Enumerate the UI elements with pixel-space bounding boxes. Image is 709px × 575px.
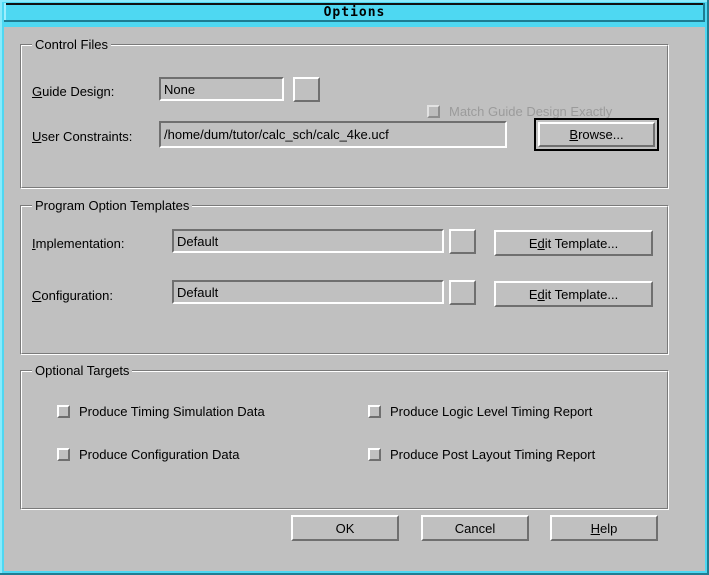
guide-design-mnemonic: G bbox=[32, 84, 43, 99]
checkbox-label: Produce Post Layout Timing Report bbox=[390, 447, 596, 462]
help-button-label: Help bbox=[591, 521, 618, 536]
implementation-edit-template-label: Edit Template... bbox=[529, 236, 618, 251]
chevron-down-icon bbox=[454, 286, 471, 298]
implementation-edit-template-button[interactable]: Edit Template... bbox=[494, 230, 653, 256]
user-constraints-label-text: ser Constraints: bbox=[41, 129, 133, 144]
browse-button[interactable]: Browse... bbox=[538, 122, 655, 147]
guide-design-label: Guide Design: bbox=[32, 84, 114, 100]
edit-template-post: it Template... bbox=[544, 235, 619, 251]
chevron-down-icon bbox=[298, 83, 315, 95]
browse-label-text: rowse... bbox=[578, 127, 624, 142]
checkbox-produce-configuration-data[interactable]: Produce Configuration Data bbox=[57, 447, 239, 462]
implementation-label-text: mplementation: bbox=[35, 236, 125, 251]
checkbox-label: Produce Timing Simulation Data bbox=[79, 404, 265, 419]
ok-button[interactable]: OK bbox=[291, 515, 399, 541]
implementation-label: Implementation: bbox=[32, 236, 125, 252]
implementation-dropdown-button[interactable] bbox=[449, 229, 476, 254]
checkbox-produce-logic-level-timing-report[interactable]: Produce Logic Level Timing Report bbox=[368, 404, 592, 419]
user-constraints-mnemonic: U bbox=[32, 129, 42, 144]
user-constraints-input[interactable]: /home/dum/tutor/calc_sch/calc_4ke.ucf bbox=[159, 121, 507, 148]
dialog-client-area: Control Files Guide Design: None Match G… bbox=[4, 27, 705, 571]
match-guide-design-exactly-label: Match Guide Design Exactly bbox=[449, 104, 613, 119]
edit-template-mnemonic: d bbox=[537, 235, 545, 251]
configuration-dropdown-button[interactable] bbox=[449, 280, 476, 305]
group-program-option-templates-caption: Program Option Templates bbox=[32, 198, 193, 213]
configuration-edit-template-button[interactable]: Edit Template... bbox=[494, 281, 653, 307]
group-optional-targets-inner-bevel bbox=[21, 371, 668, 509]
group-optional-targets: Optional Targets bbox=[20, 363, 669, 510]
help-button[interactable]: Help bbox=[550, 515, 658, 541]
help-label-text: elp bbox=[600, 520, 618, 536]
user-constraints-value: /home/dum/tutor/calc_sch/calc_4ke.ucf bbox=[164, 127, 389, 142]
checkbox-label: Produce Logic Level Timing Report bbox=[390, 404, 593, 419]
checkbox-label: Produce Configuration Data bbox=[79, 447, 240, 462]
chevron-down-icon bbox=[454, 235, 471, 247]
ok-button-label: OK bbox=[335, 520, 355, 536]
browse-button-label: Browse... bbox=[569, 127, 623, 142]
checkbox-box[interactable] bbox=[368, 405, 381, 418]
checkbox-produce-timing-simulation-data[interactable]: Produce Timing Simulation Data bbox=[57, 404, 265, 419]
configuration-combo-field[interactable]: Default bbox=[172, 280, 444, 304]
cancel-button[interactable]: Cancel bbox=[421, 515, 529, 541]
edit-template-mnemonic: d bbox=[537, 286, 545, 302]
window-frame-left bbox=[0, 0, 2, 575]
match-guide-design-exactly-checkbox: Match Guide Design Exactly bbox=[427, 104, 612, 119]
title-bar[interactable]: Options bbox=[4, 3, 705, 22]
guide-design-label-text: uide Design: bbox=[42, 84, 115, 99]
group-optional-targets-caption: Optional Targets bbox=[32, 363, 133, 378]
cancel-button-label: Cancel bbox=[454, 520, 496, 536]
user-constraints-label: User Constraints: bbox=[32, 129, 132, 145]
title-bar-bottom-bevel bbox=[4, 20, 705, 22]
checkbox-box[interactable] bbox=[368, 448, 381, 461]
configuration-value: Default bbox=[177, 284, 219, 300]
guide-design-value: None bbox=[164, 81, 196, 97]
checkbox-box bbox=[427, 105, 440, 118]
configuration-label-text: onfiguration: bbox=[41, 288, 113, 303]
browse-mnemonic: B bbox=[569, 127, 579, 142]
window-frame-top bbox=[0, 0, 709, 2]
configuration-edit-template-label: Edit Template... bbox=[529, 287, 618, 302]
checkbox-box[interactable] bbox=[57, 448, 70, 461]
edit-template-post: it Template... bbox=[544, 286, 619, 302]
guide-design-dropdown-button[interactable] bbox=[293, 77, 320, 102]
configuration-mnemonic: C bbox=[32, 288, 42, 303]
implementation-value: Default bbox=[177, 233, 219, 249]
help-mnemonic: H bbox=[590, 520, 601, 536]
checkbox-box[interactable] bbox=[57, 405, 70, 418]
guide-design-combo-field[interactable]: None bbox=[159, 77, 284, 101]
checkbox-produce-post-layout-timing-report[interactable]: Produce Post Layout Timing Report bbox=[368, 447, 595, 462]
group-control-files-caption: Control Files bbox=[32, 37, 111, 52]
implementation-combo-field[interactable]: Default bbox=[172, 229, 444, 253]
window-title: Options bbox=[323, 5, 386, 20]
dialog-window: Options Control Files Guide Design: None… bbox=[0, 0, 709, 575]
configuration-label: Configuration: bbox=[32, 288, 113, 304]
